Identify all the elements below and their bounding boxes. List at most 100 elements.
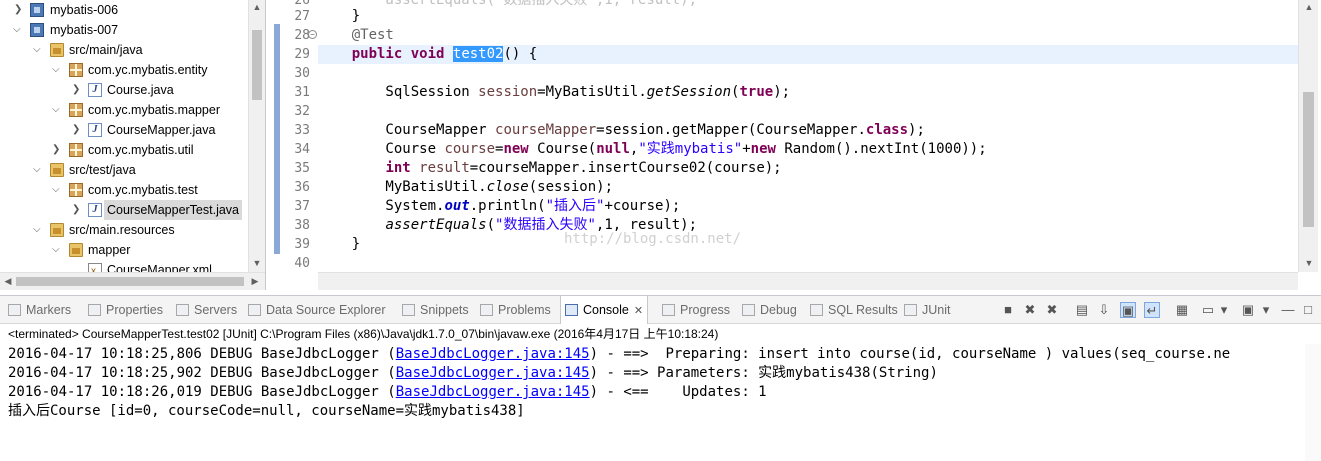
explorer-vertical-scrollbar[interactable]: ▲ ▼	[248, 0, 265, 272]
chevron-right-icon[interactable]: ❯	[52, 140, 62, 160]
code-line: System.out.println("插入后"+course);	[318, 197, 1298, 216]
package-explorer: ❯ mybatis-006 ⌵ mybatis-007 ⌵ src/main/j…	[0, 0, 266, 290]
close-icon[interactable]: ✕	[634, 305, 643, 317]
scroll-up-icon[interactable]: ▲	[250, 2, 264, 12]
line-number-gutter: 26 27 28 29 30 31 32 33 34 35 36 37 38 3…	[280, 0, 317, 272]
terminate-button[interactable]: ■	[1000, 302, 1016, 318]
tree-item-coursemappertest-java[interactable]: ❯ J CourseMapperTest.java	[0, 200, 248, 220]
minimize-button[interactable]: —	[1280, 302, 1296, 318]
tree-item-package-mapper[interactable]: ⌵ com.yc.mybatis.mapper	[0, 100, 248, 120]
line-number: 31	[294, 85, 310, 100]
tree-item-coursemapper-xml[interactable]: CourseMapper.xml	[0, 260, 248, 272]
scrollbar-thumb[interactable]	[16, 277, 244, 286]
tab-debug[interactable]: Debug	[742, 296, 797, 324]
tab-console[interactable]: Console ✕	[560, 296, 649, 324]
scroll-left-icon[interactable]: ◀	[1, 276, 15, 287]
source-link[interactable]: BaseJdbcLogger.java:145	[396, 365, 590, 381]
source-folder-icon	[50, 43, 64, 57]
tree-item-label: mybatis-006	[50, 3, 119, 17]
line-number: 38	[294, 218, 310, 233]
chevron-right-icon[interactable]: ❯	[72, 120, 82, 140]
chevron-right-icon[interactable]: ❯	[14, 0, 24, 20]
tree-item-mybatis-007[interactable]: ⌵ mybatis-007	[0, 20, 248, 40]
code-line: int result=courseMapper.insertCourse02(c…	[318, 159, 1298, 178]
tab-snippets[interactable]: Snippets	[402, 296, 469, 324]
tree-item-src-test-java[interactable]: ⌵ src/test/java	[0, 160, 248, 180]
tab-sql-results[interactable]: SQL Results	[810, 296, 898, 324]
tab-data-source-explorer[interactable]: Data Source Explorer	[248, 296, 386, 324]
tree-item-package-util[interactable]: ❯ com.yc.mybatis.util	[0, 140, 248, 160]
chevron-down-icon[interactable]: ⌵	[33, 220, 43, 240]
explorer-horizontal-scrollbar[interactable]: ◀ ▶	[0, 272, 265, 290]
scroll-down-icon[interactable]: ▼	[250, 258, 264, 268]
code-line-current: public void test02() {	[318, 45, 1298, 64]
editor-horizontal-scrollbar[interactable]	[318, 272, 1298, 290]
scroll-lock-button[interactable]: ⇩	[1096, 302, 1112, 318]
tree-item-coursemapper-java[interactable]: ❯ J CourseMapper.java	[0, 120, 248, 140]
line-number: 40	[294, 256, 310, 271]
code-editor[interactable]: 26 27 28 29 30 31 32 33 34 35 36 37 38 3…	[274, 0, 1321, 290]
source-link[interactable]: BaseJdbcLogger.java:145	[396, 384, 590, 400]
tree-item-label: com.yc.mybatis.test	[88, 183, 198, 197]
scrollbar-thumb[interactable]	[1303, 92, 1314, 227]
chevron-down-icon[interactable]: ⌵	[13, 20, 23, 40]
fold-collapse-icon[interactable]: −	[308, 30, 317, 39]
tab-junit[interactable]: JUnit	[904, 296, 950, 324]
tab-markers[interactable]: Markers	[8, 296, 71, 324]
chevron-down-icon[interactable]: ⌵	[52, 100, 62, 120]
tab-label: JUnit	[922, 303, 951, 317]
chevron-down-icon[interactable]: ⌵	[33, 40, 43, 60]
scroll-down-icon[interactable]: ▼	[1302, 258, 1316, 268]
tree-item-mapper-folder[interactable]: ⌵ mapper	[0, 240, 248, 260]
tree-item-label: mybatis-007	[50, 23, 119, 37]
console-process-label: <terminated> CourseMapperTest.test02 [JU…	[8, 327, 719, 341]
line-number: 29	[294, 47, 310, 62]
chevron-right-icon[interactable]: ❯	[72, 200, 82, 220]
display-selected-console-button[interactable]: ▭	[1200, 302, 1216, 318]
tab-problems[interactable]: Problems	[480, 296, 551, 324]
maximize-button[interactable]: □	[1300, 302, 1316, 318]
show-console-on-output-button[interactable]: ▣	[1120, 302, 1136, 318]
tree-item-src-main-java[interactable]: ⌵ src/main/java	[0, 40, 248, 60]
remove-all-terminated-button[interactable]: ✖	[1044, 302, 1060, 318]
open-console-dropdown-icon[interactable]: ▾	[1258, 302, 1274, 318]
code-line: MyBatisUtil.close(session);	[318, 178, 1298, 197]
console-vertical-scrollbar[interactable]	[1305, 344, 1321, 461]
tab-label: Problems	[498, 303, 551, 317]
junit-icon	[904, 304, 917, 316]
scrollbar-thumb[interactable]	[252, 30, 262, 100]
open-console-button[interactable]: ▣	[1240, 302, 1256, 318]
tab-servers[interactable]: Servers	[176, 296, 237, 324]
tree-item-package-test[interactable]: ⌵ com.yc.mybatis.test	[0, 180, 248, 200]
chevron-down-icon[interactable]: ⌵	[52, 180, 62, 200]
display-console-dropdown-icon[interactable]: ▾	[1216, 302, 1232, 318]
tab-progress[interactable]: Progress	[662, 296, 730, 324]
tree-item-src-main-resources[interactable]: ⌵ src/main.resources	[0, 220, 248, 240]
scroll-up-icon[interactable]: ▲	[1302, 2, 1316, 12]
chevron-down-icon[interactable]: ⌵	[52, 240, 62, 260]
line-number: 28	[294, 28, 310, 43]
remove-launch-button[interactable]: ✖	[1022, 302, 1038, 318]
tab-properties[interactable]: Properties	[88, 296, 163, 324]
scroll-right-icon[interactable]: ▶	[248, 276, 262, 287]
tree-item-label: com.yc.mybatis.util	[88, 143, 194, 157]
source-link[interactable]: BaseJdbcLogger.java:145	[396, 346, 590, 362]
tree-item-mybatis-006[interactable]: ❯ mybatis-006	[0, 0, 248, 20]
tab-label: Markers	[26, 303, 72, 317]
code-area[interactable]: assertEquals("数据插入失败",1, result); } @Tes…	[318, 0, 1298, 272]
tree-item-package-entity[interactable]: ⌵ com.yc.mybatis.entity	[0, 60, 248, 80]
tab-label: SQL Results	[828, 303, 898, 317]
chevron-down-icon[interactable]: ⌵	[52, 60, 62, 80]
folder-icon	[69, 243, 83, 257]
clear-console-button[interactable]: ▤	[1074, 302, 1090, 318]
chevron-right-icon[interactable]: ❯	[72, 80, 82, 100]
pin-console-button[interactable]: ▦	[1174, 302, 1190, 318]
java-file-icon: J	[88, 203, 102, 217]
editor-vertical-scrollbar[interactable]: ▲ ▼	[1298, 0, 1318, 272]
tree-item-course-java[interactable]: ❯ J Course.java	[0, 80, 248, 100]
word-wrap-button[interactable]: ↵	[1144, 302, 1160, 318]
chevron-down-icon[interactable]: ⌵	[33, 160, 43, 180]
line-number: 39	[294, 237, 310, 252]
console-line: 2016-04-17 10:18:26,019 DEBUG BaseJdbcLo…	[8, 383, 767, 402]
